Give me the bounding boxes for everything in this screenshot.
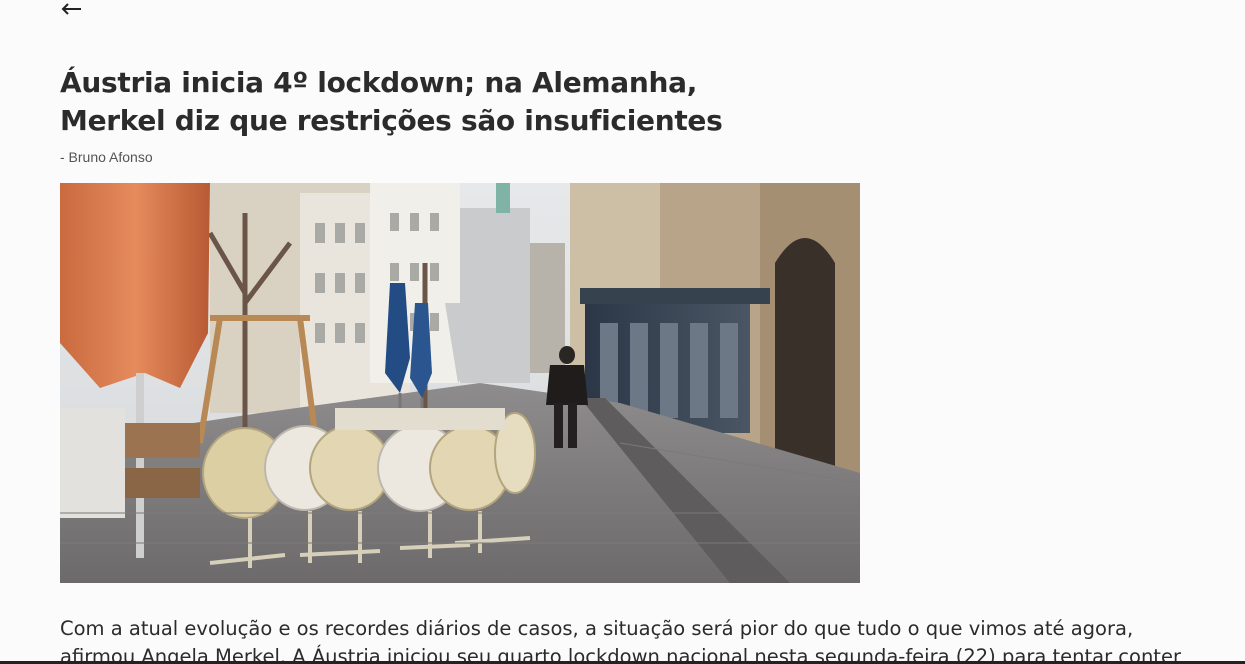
article-title-line-1: Áustria inicia 4º lockdown; na Alemanha, xyxy=(60,66,698,99)
arrow-left-icon xyxy=(61,3,81,15)
article-body: Com a atual evolução e os recordes diári… xyxy=(60,615,1230,664)
article-body-line-1: Com a atual evolução e os recordes diári… xyxy=(60,617,1134,640)
article-header: Áustria inicia 4º lockdown; na Alemanha,… xyxy=(60,64,1210,165)
article-byline: - Bruno Afonso xyxy=(60,149,153,165)
article-photo xyxy=(60,183,860,583)
article-title-line-2: Merkel diz que restrições são insuficien… xyxy=(60,104,723,137)
article-title: Áustria inicia 4º lockdown; na Alemanha,… xyxy=(60,64,1210,140)
back-button[interactable] xyxy=(60,0,84,18)
